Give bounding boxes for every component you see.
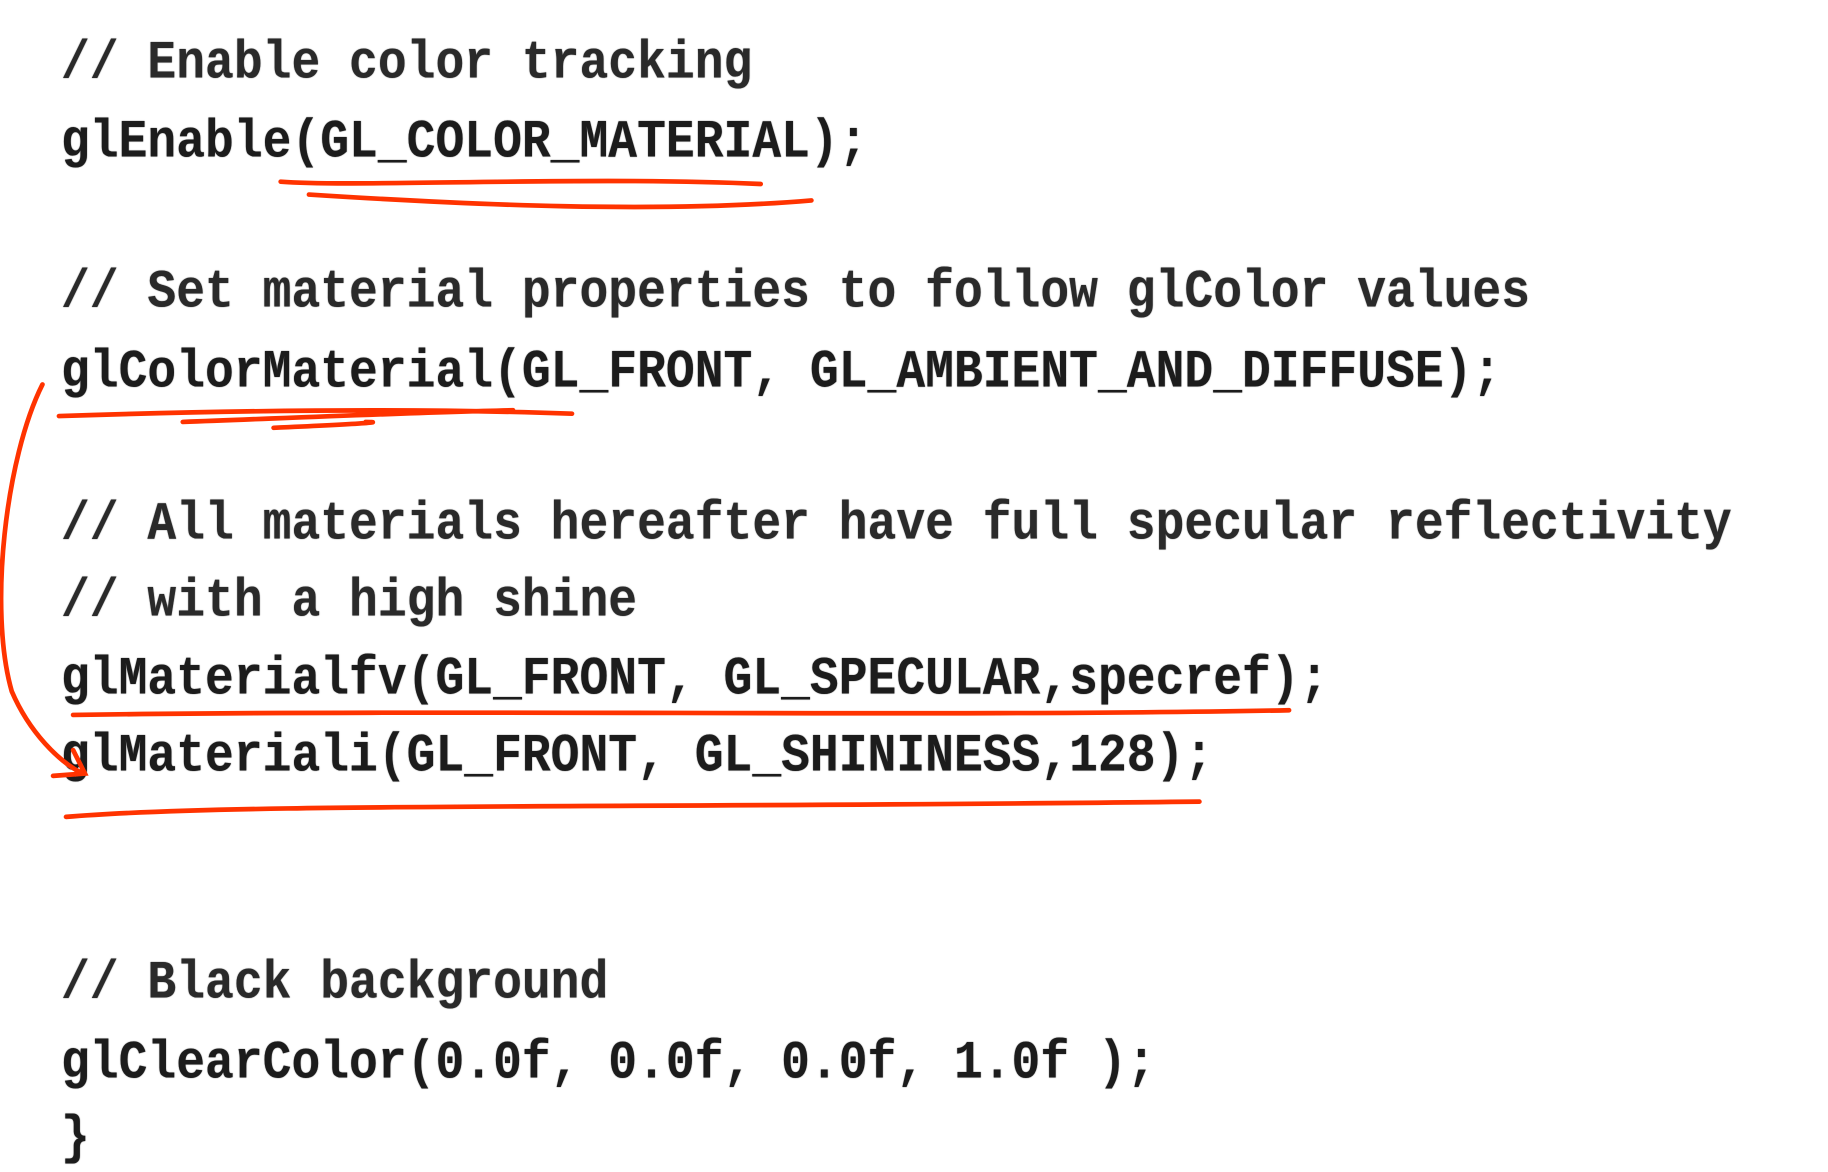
code-line: } <box>61 1108 90 1170</box>
code-line: glColorMaterial(GL_FRONT, GL_AMBIENT_AND… <box>61 342 1502 404</box>
code-comment: // All materials hereafter have full spe… <box>61 494 1732 556</box>
code-comment: // Set material properties to follow glC… <box>61 262 1531 324</box>
underline-glcolormaterial <box>56 407 575 431</box>
code-line: glMaterialfv(GL_FRONT, GL_SPECULAR,specr… <box>61 649 1329 711</box>
code-line: glClearColor(0.0f, 0.0f, 0.0f, 1.0f ); <box>61 1033 1156 1095</box>
underline-glmateriali <box>63 799 1202 820</box>
underline-glenable <box>278 178 814 210</box>
code-line: glEnable(GL_COLOR_MATERIAL); <box>61 112 868 174</box>
code-comment: // with a high shine <box>61 571 638 633</box>
code-line: glMateriali(GL_FRONT, GL_SHININESS,128); <box>61 726 1214 788</box>
code-comment: // Black background <box>61 953 609 1015</box>
code-comment: // Enable color tracking <box>61 33 753 95</box>
